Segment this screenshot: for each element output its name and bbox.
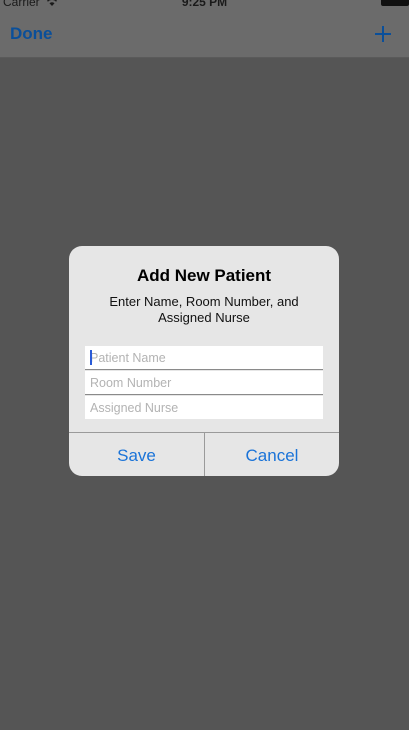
text-cursor <box>90 350 92 365</box>
assigned-nurse-input[interactable] <box>85 396 323 419</box>
patient-name-field-wrapper <box>85 346 323 370</box>
battery-icon <box>381 0 409 6</box>
room-number-input[interactable] <box>85 371 323 394</box>
room-number-field-wrapper <box>85 371 323 395</box>
patient-name-input[interactable] <box>85 346 323 369</box>
dialog-title: Add New Patient <box>136 266 272 285</box>
plus-icon[interactable] <box>373 24 393 44</box>
save-button[interactable]: Save <box>69 433 205 476</box>
navigation-bar: Done <box>0 12 409 58</box>
cancel-button[interactable]: Cancel <box>205 433 339 476</box>
dialog-fields <box>85 346 323 420</box>
assigned-nurse-field-wrapper <box>85 396 323 419</box>
done-button[interactable]: Done <box>10 24 53 44</box>
clock: 9:25 PM <box>181 0 228 9</box>
status-bar: Carrier 9:25 PM <box>0 0 409 12</box>
dialog-message: Enter Name, Room Number, and Assigned Nu… <box>109 294 299 325</box>
dialog-actions: Save Cancel <box>69 432 339 476</box>
add-patient-dialog: Add New Patient Enter Name, Room Number,… <box>69 246 339 476</box>
